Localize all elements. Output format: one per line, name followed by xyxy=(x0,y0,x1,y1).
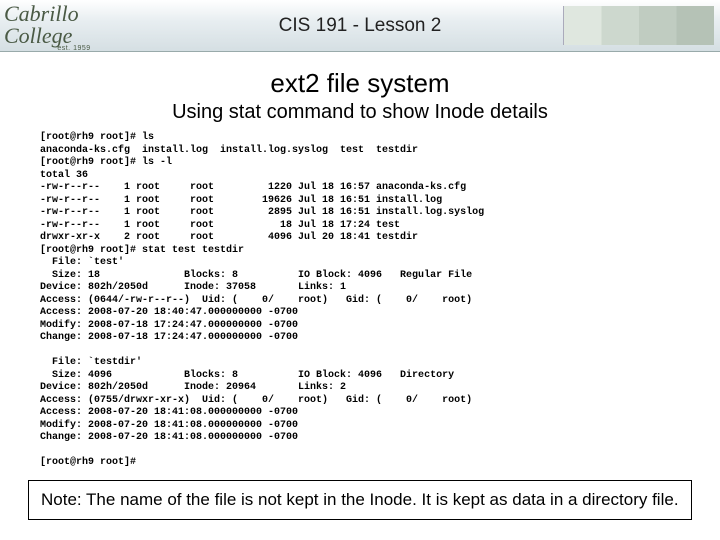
note-box: Note: The name of the file is not kept i… xyxy=(28,480,692,520)
slide-body: ext2 file system Using stat command to s… xyxy=(0,52,720,528)
college-logo: Cabrillo College est. 1959 xyxy=(4,3,144,45)
terminal-output: [root@rh9 root]# ls anaconda-ks.cfg inst… xyxy=(40,132,680,470)
main-title: ext2 file system xyxy=(14,68,706,99)
header-bar: Cabrillo College est. 1959 CIS 191 - Les… xyxy=(0,0,720,52)
logo-text: Cabrillo College xyxy=(4,3,144,47)
header-photo-strip xyxy=(563,6,714,45)
sub-title: Using stat command to show Inode details xyxy=(14,101,706,124)
